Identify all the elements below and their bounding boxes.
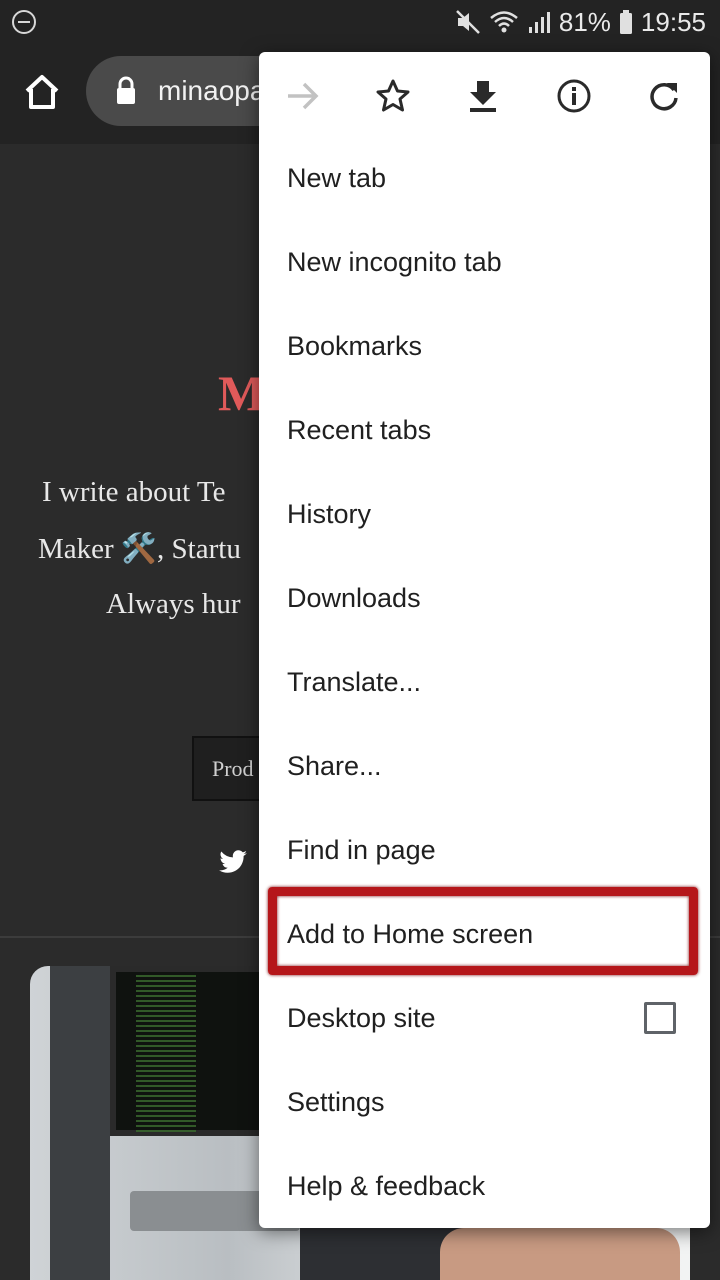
menu-item-label: Settings xyxy=(287,1086,385,1117)
menu-item-label: Recent tabs xyxy=(287,414,432,445)
menu-item-downloads[interactable]: Downloads xyxy=(259,556,710,640)
menu-item-settings[interactable]: Settings xyxy=(259,1060,710,1144)
overflow-menu: New tab New incognito tab Bookmarks Rece… xyxy=(259,52,710,1228)
menu-item-label: Bookmarks xyxy=(287,330,423,361)
intro-line-3: Always hur xyxy=(106,588,241,620)
menu-item-share[interactable]: Share... xyxy=(259,724,710,808)
mute-icon xyxy=(455,10,480,34)
intro-line-2: Maker 🛠️, Startu xyxy=(38,533,241,565)
twitter-icon[interactable] xyxy=(218,850,248,876)
dnd-icon xyxy=(12,10,36,34)
menu-item-label: Help & feedback xyxy=(287,1170,486,1201)
menu-item-new-incognito-tab[interactable]: New incognito tab xyxy=(259,220,710,304)
menu-item-recent-tabs[interactable]: Recent tabs xyxy=(259,388,710,472)
menu-item-desktop-site[interactable]: Desktop site xyxy=(259,976,710,1060)
lock-icon xyxy=(117,76,135,104)
intro-line-1: I write about Te xyxy=(42,476,226,508)
download-icon[interactable] xyxy=(459,72,507,120)
menu-item-label: History xyxy=(287,498,372,529)
menu-item-label: Downloads xyxy=(287,582,421,613)
wifi-icon xyxy=(490,11,518,33)
menu-item-history[interactable]: History xyxy=(259,472,710,556)
home-icon[interactable] xyxy=(22,72,62,112)
battery-percent: 81% xyxy=(558,6,611,37)
menu-item-help-feedback[interactable]: Help & feedback xyxy=(259,1144,710,1228)
menu-item-label: Desktop site xyxy=(287,1002,436,1033)
menu-item-label: Find in page xyxy=(287,834,436,865)
clock: 19:55 xyxy=(640,6,706,37)
menu-item-label: Translate... xyxy=(287,666,422,697)
menu-item-label: New incognito tab xyxy=(287,246,502,277)
menu-item-label: Share... xyxy=(287,750,382,781)
menu-item-new-tab[interactable]: New tab xyxy=(259,136,710,220)
highlight-box xyxy=(268,887,698,975)
status-icons: 81% 19:55 xyxy=(455,6,706,38)
url-text: minaopa xyxy=(158,75,266,106)
status-bar: 81% 19:55 xyxy=(0,0,720,44)
menu-item-label: New tab xyxy=(287,162,387,193)
info-icon[interactable] xyxy=(550,72,598,120)
bookmark-star-icon[interactable] xyxy=(369,72,417,120)
signal-icon xyxy=(528,12,550,33)
desktop-site-checkbox[interactable] xyxy=(644,1002,676,1034)
menu-icon-row xyxy=(259,52,710,136)
menu-item-translate[interactable]: Translate... xyxy=(259,640,710,724)
reload-icon[interactable] xyxy=(640,72,688,120)
menu-item-find-in-page[interactable]: Find in page xyxy=(259,808,710,892)
menu-item-bookmarks[interactable]: Bookmarks xyxy=(259,304,710,388)
forward-icon[interactable] xyxy=(279,72,327,120)
battery-icon xyxy=(619,10,632,34)
